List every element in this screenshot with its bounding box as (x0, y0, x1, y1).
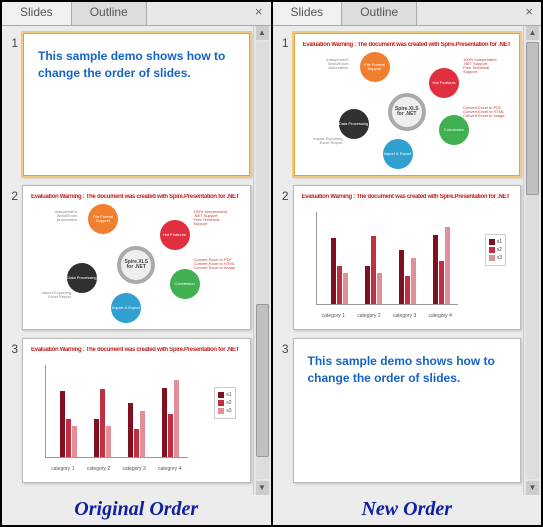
thumb-row: 3 Evaluation Warning : The document was … (6, 338, 251, 483)
chart-x-labels: category 1category 2category 3category 4 (316, 313, 459, 319)
tab-slides[interactable]: Slides (2, 2, 72, 25)
slide-thumb[interactable]: Evaluation Warning : The document was cr… (22, 338, 251, 483)
watermark-text: Evaluation Warning : The document was cr… (303, 42, 512, 48)
diagram-node: Data Processing (339, 109, 369, 139)
chart-legend: s1 s2 s3 (485, 234, 506, 266)
diagram-graphic: IndependentWord/ExcelAutomation 100% Ind… (33, 210, 240, 319)
diagram-label: IndependentWord/ExcelAutomation (309, 58, 349, 70)
diagram-node: Conversion (439, 115, 469, 145)
panel-new: Slides Outline × 1 Evaluation Warning : … (271, 2, 542, 525)
diagram-label: Import ExportingExcel Report (307, 137, 343, 145)
scroll-down-icon[interactable]: ▼ (256, 481, 269, 495)
thumb-row: 1 This sample demo shows how to change t… (6, 32, 251, 177)
chart-x-labels: category 1category 2category 3category 4 (45, 466, 188, 472)
scrollbar[interactable]: ▲ ▼ (523, 26, 541, 495)
scrollbar[interactable]: ▲ ▼ (253, 26, 271, 495)
chart-legend: s1 s2 s3 (214, 387, 235, 419)
diagram-center: Spire.XLS for .NET (388, 93, 426, 131)
close-icon[interactable]: × (517, 2, 541, 25)
slide-number: 1 (277, 32, 293, 50)
diagram-node: File Format Support (88, 204, 118, 234)
panel-caption: Original Order (2, 498, 271, 521)
close-icon[interactable]: × (247, 2, 271, 25)
thumb-row: 2 Evaluation Warning : The document was … (6, 185, 251, 330)
slide-thumb[interactable]: Evaluation Warning : The document was cr… (22, 185, 251, 330)
thumb-row: 3 This sample demo shows how to change t… (277, 338, 522, 483)
tabs-bar: Slides Outline × (273, 2, 542, 26)
scroll-down-icon[interactable]: ▼ (526, 481, 539, 495)
tab-slides[interactable]: Slides (273, 2, 343, 25)
thumb-row: 1 Evaluation Warning : The document was … (277, 32, 522, 177)
diagram-label: 100% Independent.NET SupportFree Technic… (194, 210, 236, 226)
slide-number: 2 (277, 185, 293, 203)
diagram-label: 100% Independent.NET SupportFree Technic… (463, 58, 505, 74)
diagram-node: Import & Export (383, 139, 413, 169)
diagram-node: Hot Features (429, 68, 459, 98)
slide-text: This sample demo shows how to change the… (302, 347, 513, 393)
diagram-node: Hot Features (160, 220, 190, 250)
slide-thumb[interactable]: Evaluation Warning : The document was cr… (293, 185, 522, 330)
watermark-text: Evaluation Warning : The document was cr… (302, 194, 513, 200)
thumbnail-list: 1 Evaluation Warning : The document was … (273, 26, 542, 525)
tab-outline[interactable]: Outline (72, 2, 147, 25)
slide-thumb[interactable]: This sample demo shows how to change the… (22, 32, 251, 177)
chart-graphic: s1 s2 s3 category 1category 2category 3c… (35, 361, 238, 474)
scroll-up-icon[interactable]: ▲ (256, 26, 269, 40)
slide-text: This sample demo shows how to change the… (32, 42, 241, 88)
watermark-text: Evaluation Warning : The document was cr… (31, 347, 242, 353)
scroll-thumb[interactable] (526, 42, 539, 195)
watermark-text: Evaluation Warning : The document was cr… (31, 194, 242, 200)
diagram-label: IndependentWord/ExcelAutomation (37, 210, 77, 222)
diagram-node: Data Processing (67, 263, 97, 293)
slide-number: 2 (6, 185, 22, 203)
chart-graphic: s1 s2 s3 category 1category 2category 3c… (306, 208, 509, 321)
diagram-node: Import & Export (111, 293, 141, 323)
thumb-row: 2 Evaluation Warning : The document was … (277, 185, 522, 330)
slide-thumb[interactable]: Evaluation Warning : The document was cr… (293, 32, 522, 177)
diagram-label: Convert Excel to PDFConvert Excel to HTM… (463, 106, 505, 118)
diagram-label: Import ExportingExcel Report (35, 291, 71, 299)
thumbnail-list: 1 This sample demo shows how to change t… (2, 26, 271, 525)
diagram-center: Spire.XLS for .NET (117, 246, 155, 284)
scroll-thumb[interactable] (256, 304, 269, 457)
scroll-up-icon[interactable]: ▲ (526, 26, 539, 40)
diagram-label: Convert Excel to PDFConvert Excel to HTM… (194, 258, 236, 270)
panel-original: Slides Outline × 1 This sample demo show… (2, 2, 271, 525)
slide-number: 3 (277, 338, 293, 356)
slide-number: 1 (6, 32, 22, 50)
diagram-node: Conversion (170, 269, 200, 299)
tab-outline[interactable]: Outline (342, 2, 417, 25)
slide-thumb[interactable]: This sample demo shows how to change the… (293, 338, 522, 483)
tabs-bar: Slides Outline × (2, 2, 271, 26)
slide-number: 3 (6, 338, 22, 356)
diagram-node: File Format Support (360, 52, 390, 82)
panel-caption: New Order (273, 498, 542, 521)
diagram-graphic: IndependentWord/ExcelAutomation 100% Ind… (305, 58, 510, 165)
app-container: Slides Outline × 1 This sample demo show… (0, 0, 543, 527)
